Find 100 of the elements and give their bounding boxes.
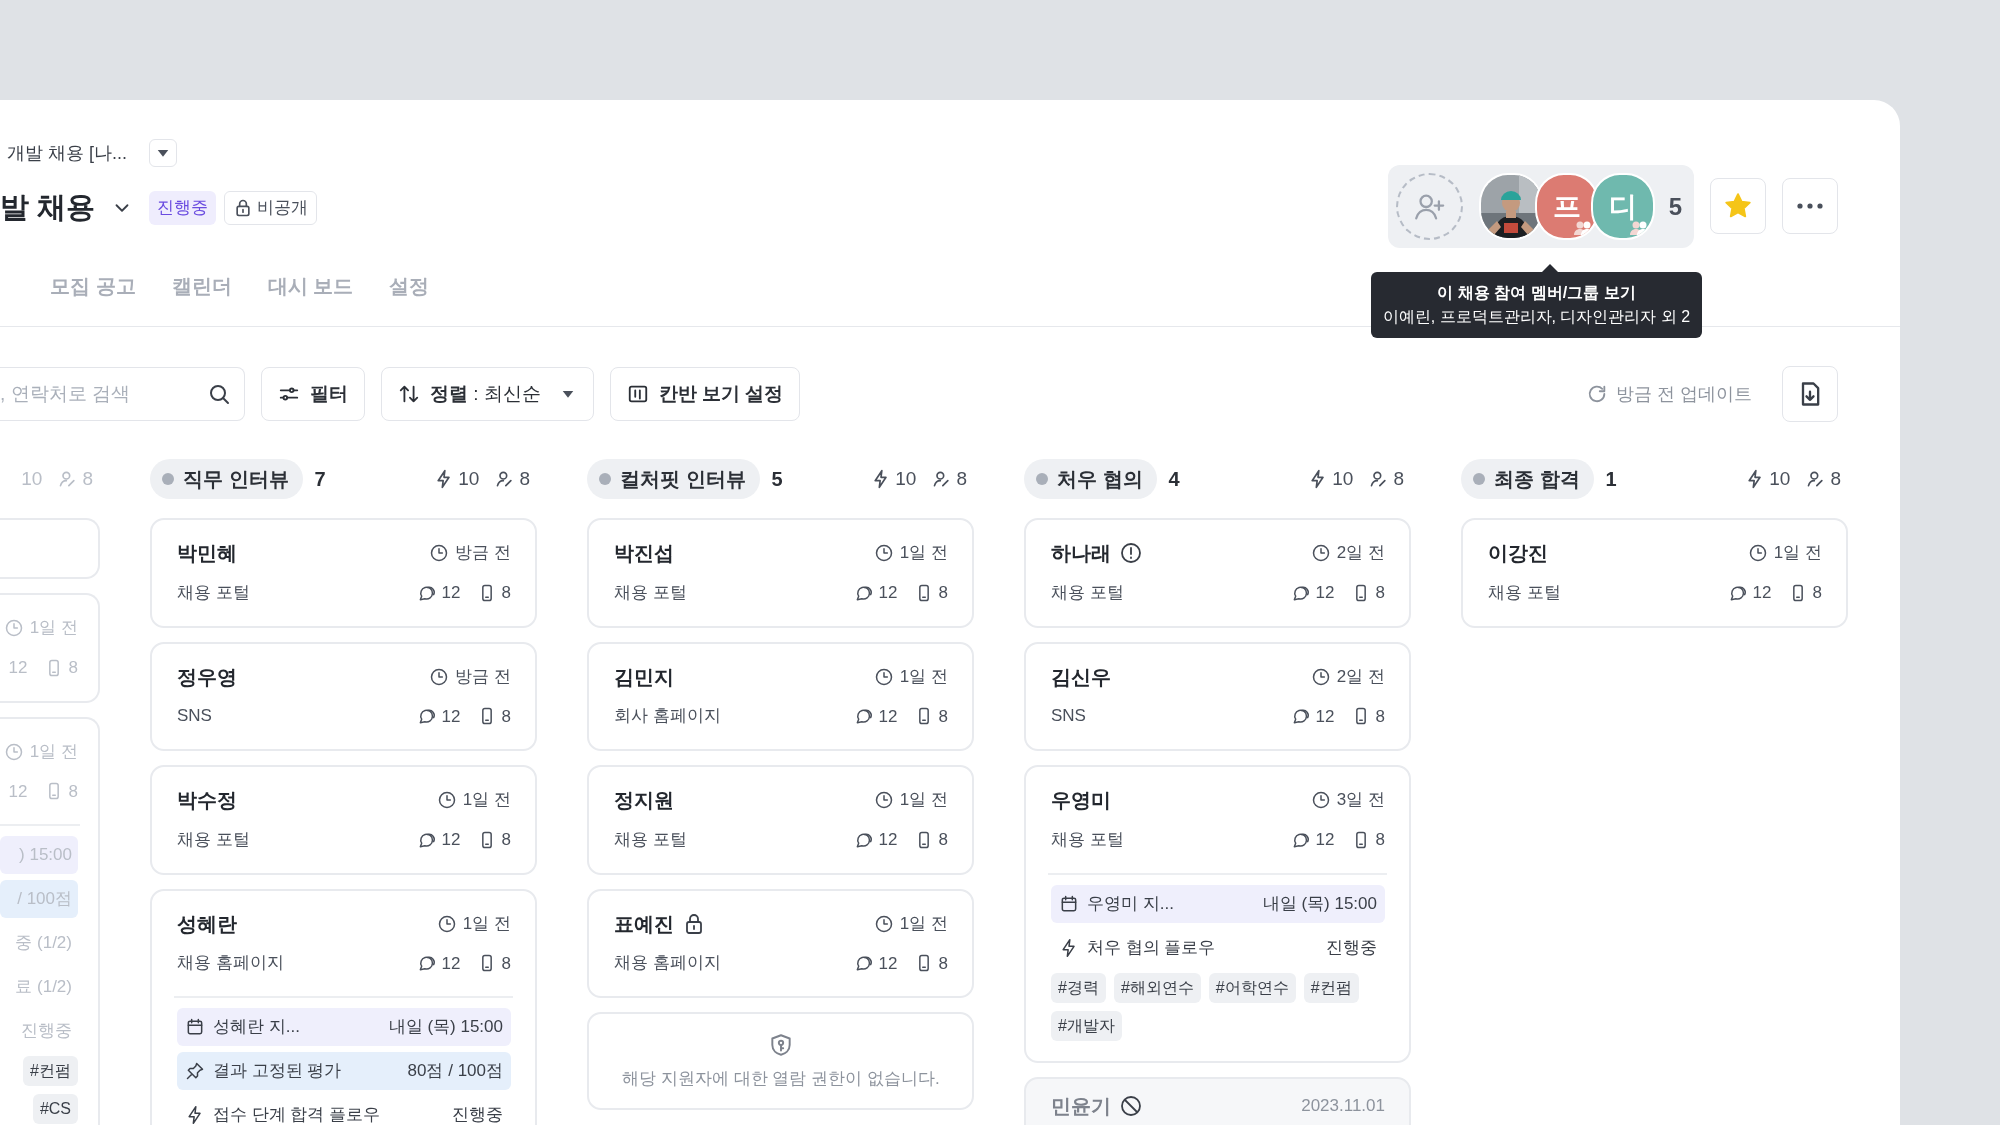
comment-count: 12 xyxy=(878,582,898,604)
file-count: 8 xyxy=(1375,705,1385,728)
shield-icon xyxy=(768,1032,794,1058)
file-count: 8 xyxy=(68,657,78,679)
source-text: 채용 포털 xyxy=(614,828,687,851)
applicant-card[interactable]: 표예진 1일 전 채용 홈페이지 12 8 xyxy=(587,888,974,998)
tag: #CS xyxy=(32,1094,78,1124)
stat-count: 8 xyxy=(1830,466,1841,491)
applicant-name: 우영미 xyxy=(1051,788,1111,813)
row-label: 결과 고정된 평가 xyxy=(213,1060,342,1083)
applicant-card[interactable]: 우영미 3일 전 채용 포털 12 8 우영미 지... 내일 (목) 15:00 처우 협의 플로우 진행중 #경력 #해외연수 #어학연수 #컨펌 #개발자 xyxy=(1024,765,1411,1063)
applicant-name: 성혜란 xyxy=(177,911,237,937)
comment-count: 12 xyxy=(441,705,461,728)
column-header: 직무 인터뷰 xyxy=(150,459,303,499)
ban-icon xyxy=(1119,1093,1143,1118)
date-text: 2023.11.01 xyxy=(1301,1094,1385,1117)
tag: #개발자 xyxy=(1051,1010,1122,1041)
more-button[interactable] xyxy=(1782,178,1838,234)
comment-count: 12 xyxy=(878,952,898,975)
calendar-icon xyxy=(1059,893,1079,914)
schedule-row[interactable]: 우영미 지... 내일 (목) 15:00 xyxy=(1051,884,1385,923)
time-ago: 1일 전 xyxy=(899,542,948,564)
row-value: 진행중 xyxy=(21,1020,72,1043)
applicant-card[interactable]: 김신우 2일 전 SNS 12 8 xyxy=(1024,641,1411,751)
comment-count: 12 xyxy=(1315,582,1335,604)
applicant-card[interactable]: 민윤기 2023.11.01 xyxy=(1024,1076,1411,1125)
comment-count: 12 xyxy=(8,657,28,679)
search-icon xyxy=(207,382,231,406)
comment-count: 12 xyxy=(8,780,28,803)
more-icon xyxy=(1797,203,1823,209)
row-value: 내일 (목) 15:00 xyxy=(1262,892,1377,915)
time-ago: 1일 전 xyxy=(29,617,78,639)
kanban-icon xyxy=(626,383,649,405)
refresh-icon xyxy=(1586,383,1608,405)
clock-icon xyxy=(436,790,457,810)
applicant-card[interactable]: 박민혜 방금 전 채용 포털 12 8 xyxy=(150,518,537,628)
time-ago: 3일 전 xyxy=(1336,789,1385,811)
applicant-card[interactable]: 하나래 2일 전 채용 포털 12 8 xyxy=(1024,518,1411,628)
time-ago: 1일 전 xyxy=(29,740,78,763)
tag: #해외연수 xyxy=(1113,972,1201,1003)
column-header: 컬처핏 인터뷰 xyxy=(587,459,760,499)
applicant-name: 박수정 xyxy=(177,788,237,813)
clock-icon xyxy=(873,543,894,563)
file-count: 8 xyxy=(68,780,78,803)
row-label: 접수 단계 합격 플로우 xyxy=(213,1104,381,1125)
applicant-card[interactable]: 성혜란 1일 전 채용 홈페이지 12 8 성혜란 지... 내일 (목) 15:00 결과 고정된 평가 80점 / 100점 접수 단계 합격 플로우 진행중 xyxy=(150,888,537,1125)
time-ago: 1일 전 xyxy=(462,789,511,811)
clock-icon xyxy=(3,741,24,762)
tag: #컨펌 xyxy=(1303,972,1359,1003)
applicant-card[interactable]: 박수정 1일 전 채용 포털 12 8 xyxy=(150,765,537,875)
search-field[interactable]: , 연락처로 검색 xyxy=(0,367,245,421)
source-text: 채용 포털 xyxy=(1488,581,1561,604)
breadcrumb-link[interactable]: 개발 채용 [나... xyxy=(7,139,127,167)
clock-icon xyxy=(1747,543,1768,563)
sort-button[interactable]: 정렬 : 최신순 xyxy=(381,367,594,421)
applicant-card[interactable]: 정우영 방금 전 SNS 12 8 xyxy=(150,641,537,751)
source-text: 채용 포털 xyxy=(1051,581,1124,604)
file-count: 8 xyxy=(938,582,948,604)
filter-button[interactable]: 필터 xyxy=(261,367,365,421)
clock-icon xyxy=(1310,790,1331,810)
tag: #컨펌 xyxy=(23,1056,78,1086)
favorite-button[interactable] xyxy=(1710,178,1766,234)
dropdown-button[interactable] xyxy=(149,139,177,167)
applicant-name: 정지원 xyxy=(614,788,674,813)
file-count: 8 xyxy=(1812,582,1822,604)
kanban-settings-button[interactable]: 칸반 보기 설정 xyxy=(609,367,801,421)
stat-count: 8 xyxy=(82,466,93,491)
file-count: 8 xyxy=(938,705,948,728)
stat-count: 10 xyxy=(1332,466,1354,491)
status-badge: 진행중 xyxy=(149,191,217,225)
download-button[interactable] xyxy=(1782,366,1838,422)
file-count: 8 xyxy=(501,829,511,851)
row-value: 진행중 xyxy=(452,1104,503,1125)
clock-icon xyxy=(429,543,450,563)
page-title: 발 채용 xyxy=(0,190,96,226)
applicant-name: 박진섭 xyxy=(614,541,674,566)
member-count: 5 xyxy=(1668,191,1682,222)
comment-count: 12 xyxy=(878,705,898,728)
row-value: 료 (1/2) xyxy=(15,976,72,999)
comment-count: 12 xyxy=(441,829,461,851)
comment-count: 12 xyxy=(1752,582,1772,604)
clock-icon xyxy=(436,913,457,934)
applicant-card[interactable]: 이강진 1일 전 채용 포털 12 8 xyxy=(1461,518,1848,628)
clock-icon xyxy=(873,666,894,687)
applicant-card[interactable]: 박진섭 1일 전 채용 포털 12 8 xyxy=(587,518,974,628)
stat-count: 10 xyxy=(458,466,480,491)
add-member-button[interactable] xyxy=(1395,173,1463,240)
clock-icon xyxy=(3,618,24,638)
source-text: 채용 포털 xyxy=(614,581,687,604)
schedule-row[interactable]: 성혜란 지... 내일 (목) 15:00 xyxy=(177,1008,511,1046)
applicant-card[interactable]: 김민지 1일 전 회사 홈페이지 12 8 xyxy=(587,641,974,751)
time-ago: 1일 전 xyxy=(1773,542,1822,564)
applicant-card[interactable]: 정지원 1일 전 채용 포털 12 8 xyxy=(587,765,974,875)
stat-count: 10 xyxy=(895,466,917,491)
file-count: 8 xyxy=(1375,829,1385,851)
source-text: 회사 홈페이지 xyxy=(614,705,721,728)
tag: #경력 xyxy=(1051,972,1106,1003)
column-count: 1 xyxy=(1605,467,1617,492)
stat-count: 10 xyxy=(21,466,43,491)
clock-icon xyxy=(1310,543,1331,563)
